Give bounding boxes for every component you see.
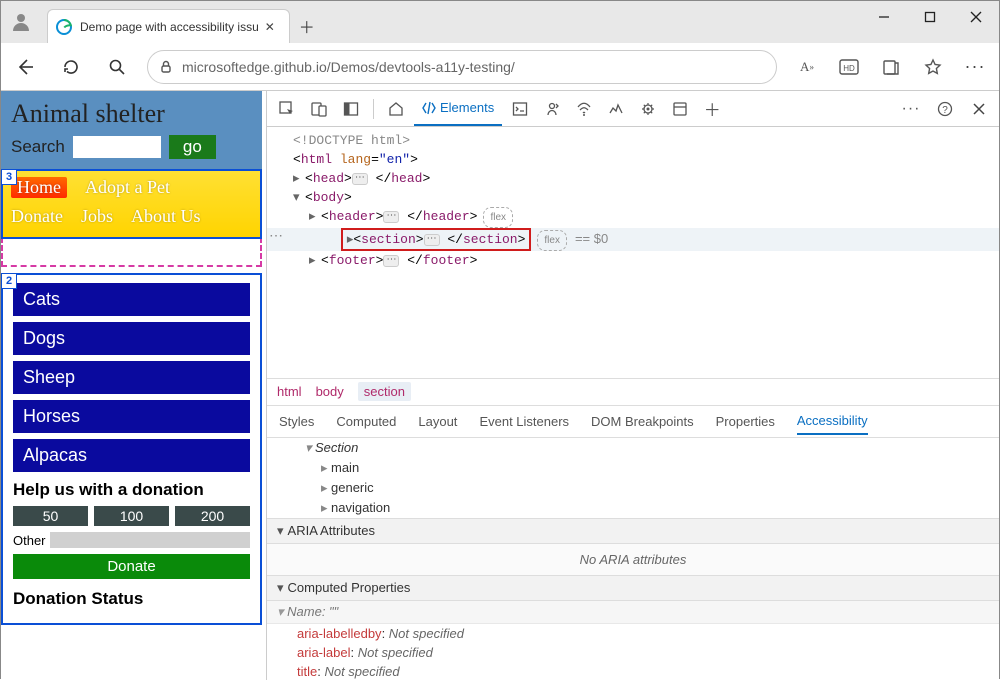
other-amount-input[interactable]: [50, 532, 250, 548]
breadcrumb-body[interactable]: body: [316, 384, 344, 399]
welcome-icon[interactable]: [382, 95, 410, 123]
sidebar-menu: 2 Cats Dogs Sheep Horses Alpacas Help us…: [1, 273, 262, 625]
panel-icon[interactable]: [337, 95, 365, 123]
dom-header[interactable]: ▸<header>⋯ </header>flex: [267, 207, 999, 228]
donation-heading: Help us with a donation: [13, 480, 250, 500]
sidebar-item-sheep[interactable]: Sheep: [13, 361, 250, 394]
svg-text:?: ?: [942, 105, 948, 116]
breadcrumb-section[interactable]: section: [358, 382, 411, 401]
sidebar-item-horses[interactable]: Horses: [13, 400, 250, 433]
source-order-dashed-region: [1, 237, 262, 267]
tab-event-listeners[interactable]: Event Listeners: [479, 414, 569, 429]
address-bar[interactable]: microsoftedge.github.io/Demos/devtools-a…: [147, 50, 777, 84]
dom-head[interactable]: ▸<head>⋯ </head>: [267, 169, 999, 188]
new-tab-button[interactable]: ＋: [290, 9, 324, 43]
dom-doctype[interactable]: <!DOCTYPE html>: [267, 131, 999, 150]
dom-footer[interactable]: ▸<footer>⋯ </footer>: [267, 251, 999, 270]
demo-header: Animal shelter Search go: [1, 91, 262, 169]
other-label: Other: [13, 533, 46, 548]
tab-close-icon[interactable]: ✕: [259, 20, 281, 34]
go-button[interactable]: go: [169, 135, 216, 159]
dom-tree[interactable]: <!DOCTYPE html> <html lang="en"> ▸<head>…: [267, 127, 999, 378]
donation-amount-100[interactable]: 100: [94, 506, 169, 526]
prop-aria-labelledby: aria-labelledby: Not specified: [267, 624, 999, 643]
dom-html[interactable]: <html lang="en">: [267, 150, 999, 169]
back-button[interactable]: [9, 51, 41, 83]
profile-icon[interactable]: [1, 1, 41, 41]
tab-elements[interactable]: Elements: [414, 92, 502, 126]
hd-icon[interactable]: HD: [833, 51, 865, 83]
prop-title: title: Not specified: [267, 662, 999, 680]
aria-attributes-header[interactable]: ▾ARIA Attributes: [267, 518, 999, 544]
source-order-badge-2: 2: [1, 273, 17, 289]
tab-computed[interactable]: Computed: [336, 414, 396, 429]
sidebar-item-alpacas[interactable]: Alpacas: [13, 439, 250, 472]
network-icon[interactable]: [570, 95, 598, 123]
url-text: microsoftedge.github.io/Demos/devtools-a…: [182, 59, 515, 75]
donate-button[interactable]: Donate: [13, 554, 250, 579]
search-icon[interactable]: [101, 51, 133, 83]
search-input[interactable]: [73, 136, 161, 158]
window-close-icon[interactable]: [953, 1, 999, 33]
search-label: Search: [11, 137, 65, 157]
inspect-icon[interactable]: [273, 95, 301, 123]
page-title: Animal shelter: [11, 99, 252, 129]
computed-name-row[interactable]: ▾ Name: "": [267, 601, 999, 624]
nav-jobs[interactable]: Jobs: [81, 206, 113, 227]
devtools-close-icon[interactable]: [965, 95, 993, 123]
application-icon[interactable]: [666, 95, 694, 123]
nav-about[interactable]: About Us: [131, 206, 201, 227]
a11y-tree-section[interactable]: ▾Section: [267, 438, 999, 458]
accessibility-panel: ▾Section ▸main ▸generic ▸navigation ▾ARI…: [267, 438, 999, 680]
a11y-tree-navigation[interactable]: ▸navigation: [267, 498, 999, 518]
tab-styles[interactable]: Styles: [279, 414, 314, 429]
site-info-icon[interactable]: [158, 59, 174, 75]
breadcrumb-html[interactable]: html: [277, 384, 302, 399]
demo-nav: 3 Home Adopt a Pet Donate Jobs About Us: [1, 169, 262, 239]
donation-amount-200[interactable]: 200: [175, 506, 250, 526]
devtools-tabbar: Elements ＋ ··· ?: [267, 91, 999, 127]
sidebar-item-dogs[interactable]: Dogs: [13, 322, 250, 355]
tab-layout[interactable]: Layout: [418, 414, 457, 429]
dom-body[interactable]: ▾<body>: [267, 188, 999, 207]
computed-props-header[interactable]: ▾Computed Properties: [267, 575, 999, 601]
device-icon[interactable]: [305, 95, 333, 123]
window-maximize-icon[interactable]: [907, 1, 953, 33]
more-tabs-icon[interactable]: ＋: [698, 95, 726, 123]
prop-aria-label: aria-label: Not specified: [267, 643, 999, 662]
sidebar-panel-tabs: Styles Computed Layout Event Listeners D…: [267, 406, 999, 438]
sidebar-item-cats[interactable]: Cats: [13, 283, 250, 316]
collections-icon[interactable]: [875, 51, 907, 83]
dom-breadcrumb[interactable]: html body section: [267, 378, 999, 406]
no-aria-text: No ARIA attributes: [267, 544, 999, 575]
tab-accessibility[interactable]: Accessibility: [797, 413, 868, 435]
performance-icon[interactable]: [602, 95, 630, 123]
memory-icon[interactable]: [634, 95, 662, 123]
source-order-badge-3: 3: [1, 169, 17, 185]
svg-text:HD: HD: [843, 64, 855, 73]
donation-status-heading: Donation Status: [13, 589, 250, 609]
donation-amount-50[interactable]: 50: [13, 506, 88, 526]
menu-icon[interactable]: ···: [959, 51, 991, 83]
edge-favicon: [56, 19, 72, 35]
sources-icon[interactable]: [538, 95, 566, 123]
favorite-icon[interactable]: [917, 51, 949, 83]
a11y-tree-generic[interactable]: ▸generic: [267, 478, 999, 498]
nav-home[interactable]: Home: [11, 177, 67, 198]
help-icon[interactable]: ?: [931, 95, 959, 123]
dom-section-selected[interactable]: ⋯ ▸<section>⋯ </section>flex== $0: [267, 228, 999, 251]
tab-properties[interactable]: Properties: [716, 414, 775, 429]
tab-title: Demo page with accessibility issu: [80, 20, 259, 34]
tab-dom-breakpoints[interactable]: DOM Breakpoints: [591, 414, 694, 429]
refresh-button[interactable]: [55, 51, 87, 83]
read-aloud-icon[interactable]: A»: [791, 51, 823, 83]
devtools-menu-icon[interactable]: ···: [897, 95, 925, 123]
console-icon[interactable]: [506, 95, 534, 123]
a11y-tree-main[interactable]: ▸main: [267, 458, 999, 478]
nav-donate[interactable]: Donate: [11, 206, 63, 227]
browser-tab[interactable]: Demo page with accessibility issu ✕: [47, 9, 290, 43]
window-minimize-icon[interactable]: [861, 1, 907, 33]
nav-adopt[interactable]: Adopt a Pet: [85, 177, 170, 198]
